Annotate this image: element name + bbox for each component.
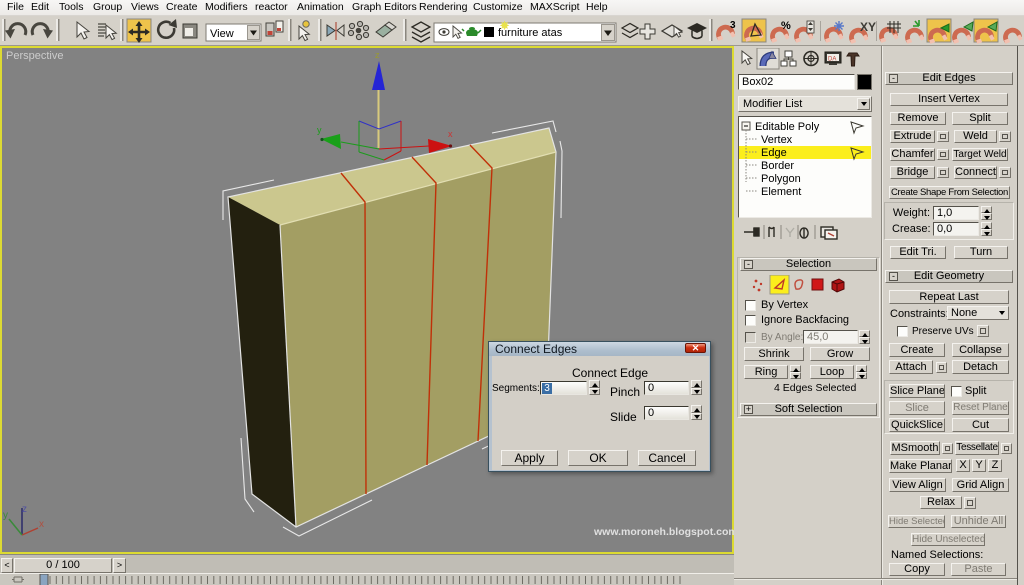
svg-text:z: z xyxy=(22,504,27,515)
svg-text:Polygon: Polygon xyxy=(761,173,801,185)
svg-text:x: x xyxy=(448,129,453,139)
svg-text:XY: XY xyxy=(860,20,876,34)
svg-text:%: % xyxy=(781,20,791,32)
svg-text:3: 3 xyxy=(730,20,736,31)
svg-text:View: View xyxy=(210,28,234,40)
svg-text:Element: Element xyxy=(761,186,801,198)
svg-text:z: z xyxy=(375,50,380,60)
svg-text:DA: DA xyxy=(828,57,836,63)
svg-text:y: y xyxy=(3,510,8,521)
svg-text:Border: Border xyxy=(761,160,794,172)
svg-text:x: x xyxy=(39,519,44,530)
svg-text:furniture atas: furniture atas xyxy=(498,27,563,39)
svg-text:y: y xyxy=(317,125,322,135)
svg-text:Vertex: Vertex xyxy=(761,134,793,146)
svg-text:Editable Poly: Editable Poly xyxy=(755,121,820,133)
svg-text:Edge: Edge xyxy=(761,147,787,159)
